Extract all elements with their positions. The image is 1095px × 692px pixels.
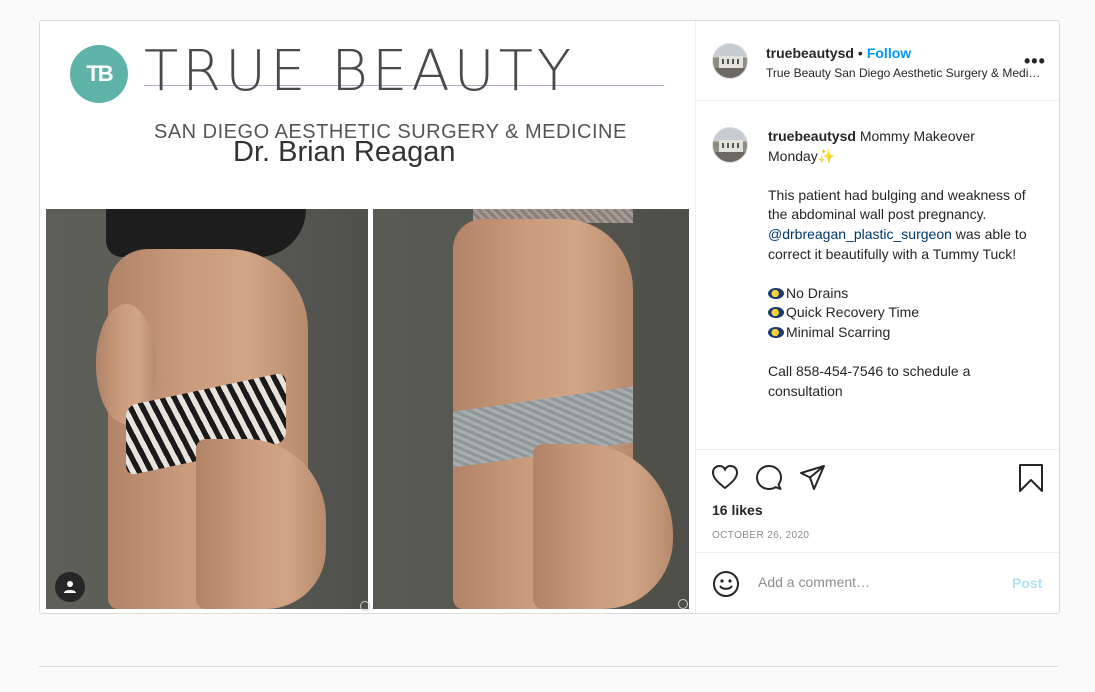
user-icon <box>64 581 76 593</box>
after-photo <box>373 209 689 609</box>
avatar[interactable] <box>712 43 748 79</box>
bullet-item: Quick Recovery Time <box>768 304 919 320</box>
caption-scroll-area[interactable]: truebeautysd Mommy Makeover Monday✨ This… <box>696 101 1059 449</box>
emoji-icon[interactable] <box>712 570 740 598</box>
follow-button[interactable]: Follow <box>867 45 911 61</box>
comment-icon[interactable] <box>755 464 783 492</box>
location-link[interactable]: True Beauty San Diego Aesthetic Surgery … <box>766 66 1044 80</box>
logo-title: TRUE BEAUTY <box>144 39 576 104</box>
comment-input[interactable] <box>756 573 1000 591</box>
post-sidebar: truebeautysd • Follow True Beauty San Dieg… <box>695 21 1059 613</box>
watermark-icon <box>678 599 688 609</box>
caption-username[interactable]: truebeautysd <box>768 128 856 144</box>
post-actions: 16 likes OCTOBER 26, 2020 <box>696 449 1059 553</box>
post-image[interactable]: TB TRUE BEAUTY SAN DIEGO AESTHETIC SURGE… <box>40 21 694 613</box>
bullet-item: No Drains <box>768 285 848 301</box>
logo-mark: TB <box>70 45 128 103</box>
sparkle-icon: ✨ <box>817 147 836 164</box>
avatar[interactable] <box>712 127 748 163</box>
emoji-bullet-icon <box>768 326 784 338</box>
tagged-users-button[interactable] <box>55 572 85 602</box>
more-options-icon[interactable]: ••• <box>1024 51 1046 72</box>
bookmark-icon[interactable] <box>1018 463 1044 493</box>
doctor-name: Dr. Brian Reagan <box>233 136 456 168</box>
header-username[interactable]: truebeautysd <box>766 45 854 61</box>
divider <box>39 666 1058 667</box>
clinic-logo: TB TRUE BEAUTY SAN DIEGO AESTHETIC SURGE… <box>68 39 668 143</box>
watermark-icon <box>360 601 370 611</box>
post-date[interactable]: OCTOBER 26, 2020 <box>712 530 809 541</box>
caption-text: This patient had bulging and weakness of… <box>768 186 1026 223</box>
heart-icon[interactable] <box>711 464 739 490</box>
post-header: truebeautysd • Follow True Beauty San Dieg… <box>696 21 1059 101</box>
caption: truebeautysd Mommy Makeover Monday✨ This… <box>768 127 1038 421</box>
mention-link[interactable]: @drbreagan_plastic_surgeon <box>768 226 952 242</box>
bullet-item: Minimal Scarring <box>768 324 890 340</box>
likes-count[interactable]: 16 likes <box>712 502 763 518</box>
caption-call: Call 858-454-7546 to schedule a consulta… <box>768 363 971 399</box>
share-icon[interactable] <box>799 464 827 492</box>
separator-dot: • <box>857 45 863 61</box>
before-photo <box>46 209 368 609</box>
comment-bar: Post <box>696 552 1059 613</box>
instagram-post: TB TRUE BEAUTY SAN DIEGO AESTHETIC SURGE… <box>39 20 1060 614</box>
post-comment-button[interactable]: Post <box>1012 575 1042 591</box>
emoji-bullet-icon <box>768 287 784 299</box>
emoji-bullet-icon <box>768 307 784 319</box>
